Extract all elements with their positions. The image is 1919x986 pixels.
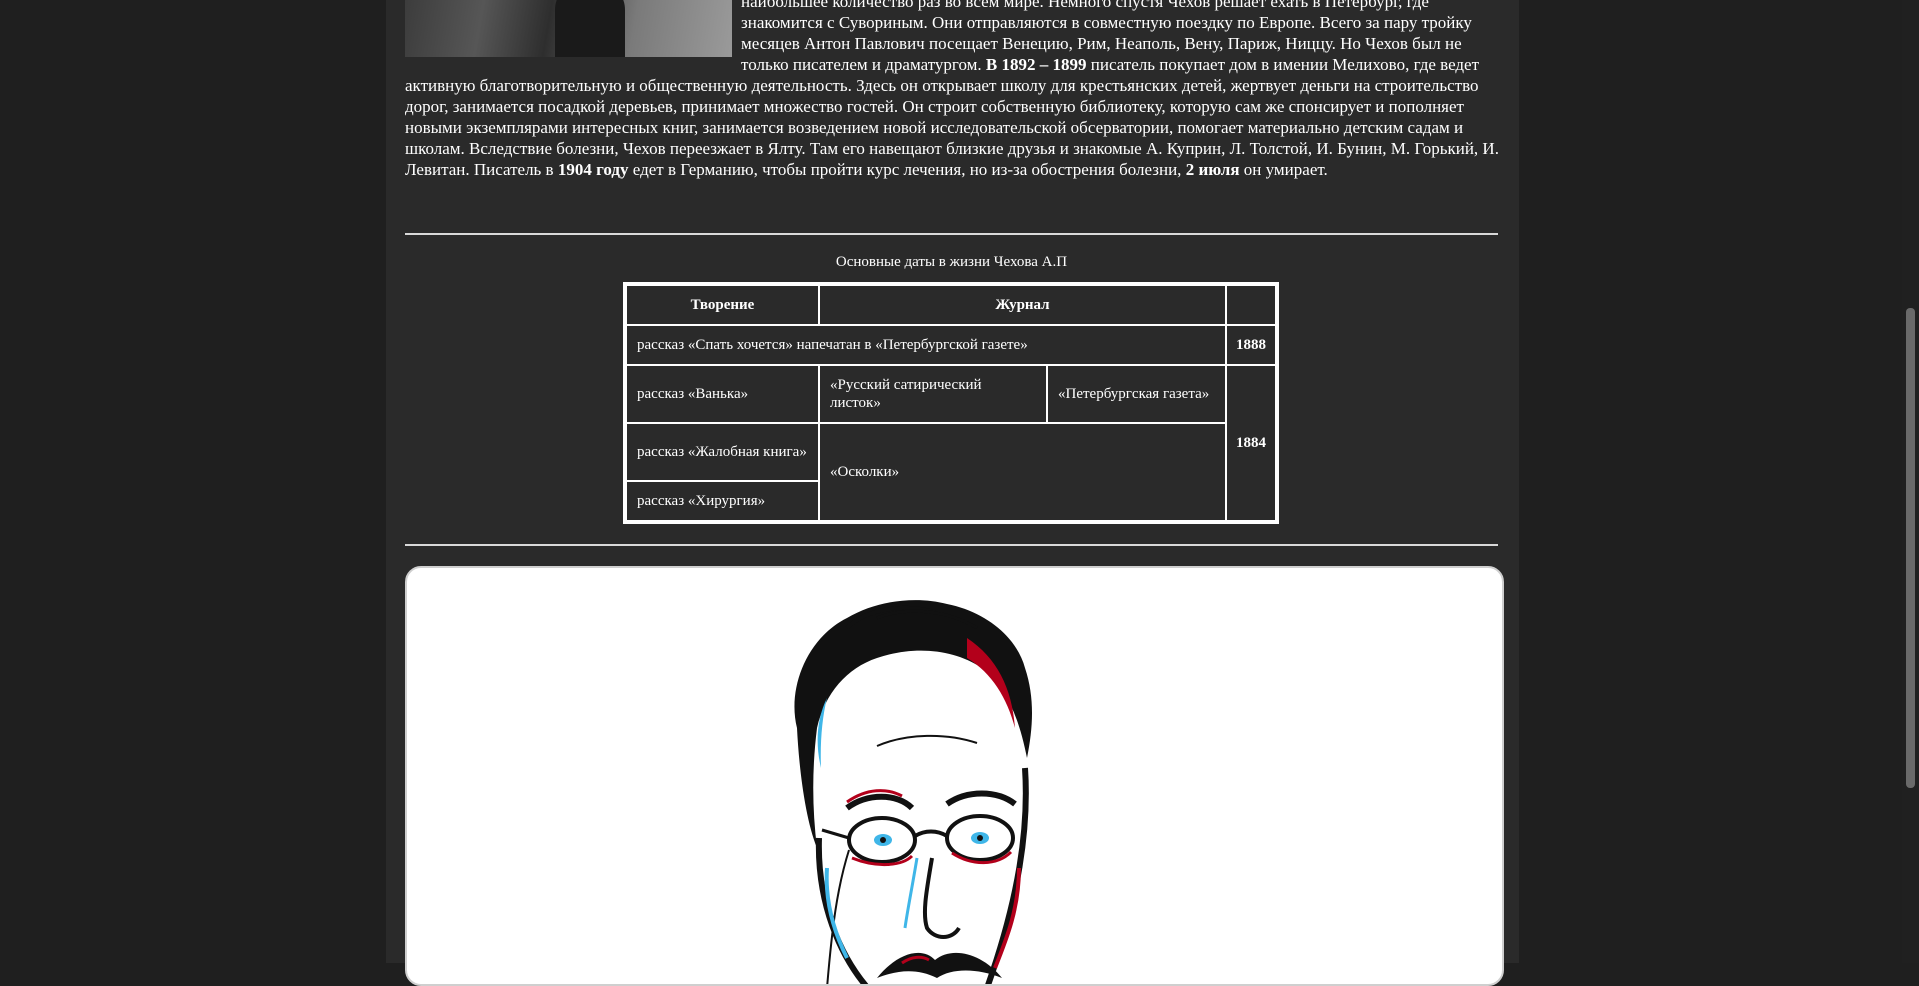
header-year — [1226, 285, 1276, 325]
dates-table: Творение Журнал рассказ «Спать хочется» … — [623, 282, 1279, 524]
year-1884: 1884 — [1226, 365, 1276, 521]
bio-text-part-3: едет в Германию, чтобы пройти курс лечен… — [632, 160, 1182, 179]
divider-bottom — [405, 544, 1498, 546]
row2-journal-b: «Петербургская газета» — [1047, 365, 1226, 423]
row1-year: 1888 — [1226, 325, 1276, 365]
header-work: Творение — [626, 285, 819, 325]
bio-bold-1904: 1904 году — [557, 160, 629, 179]
table-caption: Основные даты в жизни Чехова А.П — [835, 254, 1068, 270]
page-container: наибольшее количество раз во всем мире. … — [386, 0, 1519, 986]
page-scrollbar[interactable] — [1902, 0, 1919, 963]
row2-work: рассказ «Ванька» — [626, 365, 819, 423]
row2-journal-a: «Русский сатирический листок» — [819, 365, 1047, 423]
row1-work: рассказ «Спать хочется» напечатан в «Пет… — [626, 325, 1226, 365]
row4-work: рассказ «Хирургия» — [626, 481, 819, 521]
scrollbar-thumb[interactable] — [1906, 308, 1915, 788]
chekhov-portrait-illustration — [794, 600, 1032, 984]
portrait-moustache — [877, 952, 1002, 978]
portrait-hair — [794, 600, 1032, 848]
article-content: наибольшее количество раз во всем мире. … — [405, 0, 1504, 986]
divider-top — [405, 233, 1498, 235]
bio-bold-1892: В 1892 – 1899 — [985, 55, 1087, 74]
biography-paragraph: наибольшее количество раз во всем мире. … — [405, 0, 1501, 180]
row3-work: рассказ «Жалобная книга» — [626, 423, 819, 481]
header-journal: Журнал — [819, 285, 1226, 325]
journal-oskolki: «Осколки» — [819, 423, 1226, 521]
portrait-card — [405, 566, 1504, 986]
bio-bold-date: 2 июля — [1185, 160, 1240, 179]
bio-text-part-4: он умирает. — [1243, 160, 1328, 179]
